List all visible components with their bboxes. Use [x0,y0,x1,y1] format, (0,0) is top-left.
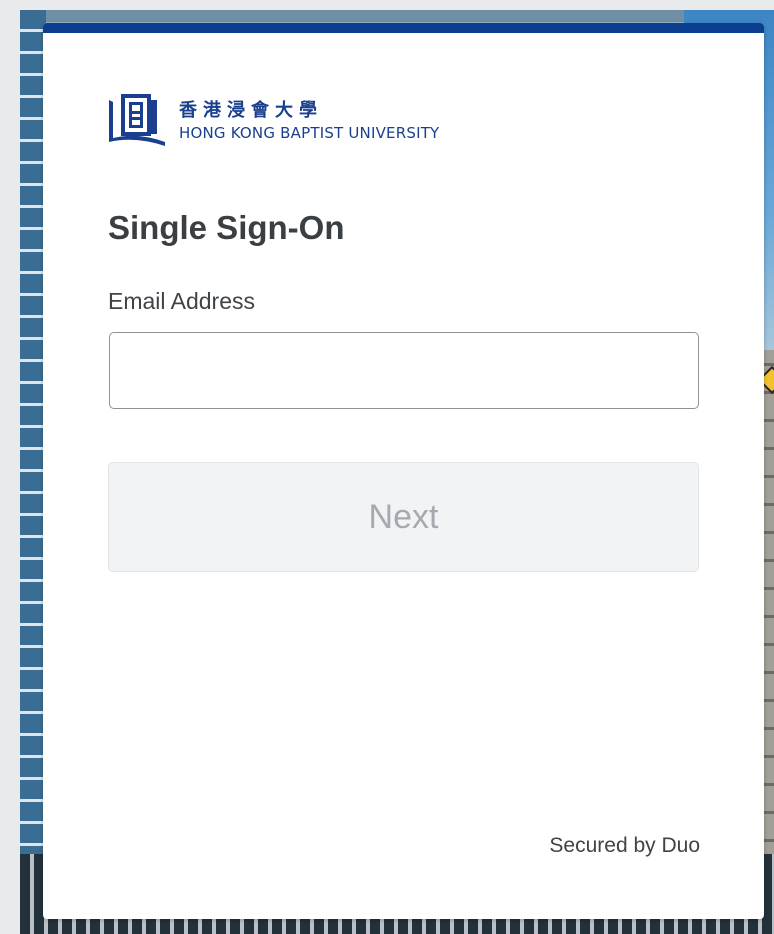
next-button[interactable]: Next [108,462,699,572]
logo-name-chinese: 香港浸會大學 [179,100,323,121]
page-title: Single Sign-On [108,209,345,246]
next-button-label: Next [368,497,439,536]
hkbu-logo-icon [107,90,167,152]
login-card: 香港浸會大學 HONG KONG BAPTIST UNIVERSITY Sing… [43,23,764,919]
university-logo: 香港浸會大學 HONG KONG BAPTIST UNIVERSITY [107,90,439,152]
card-accent-bar [43,23,764,33]
email-label: Email Address [108,288,256,314]
email-field[interactable] [109,332,699,409]
secured-by-duo-text: Secured by Duo [549,834,700,857]
logo-name-english: HONG KONG BAPTIST UNIVERSITY [179,124,440,142]
